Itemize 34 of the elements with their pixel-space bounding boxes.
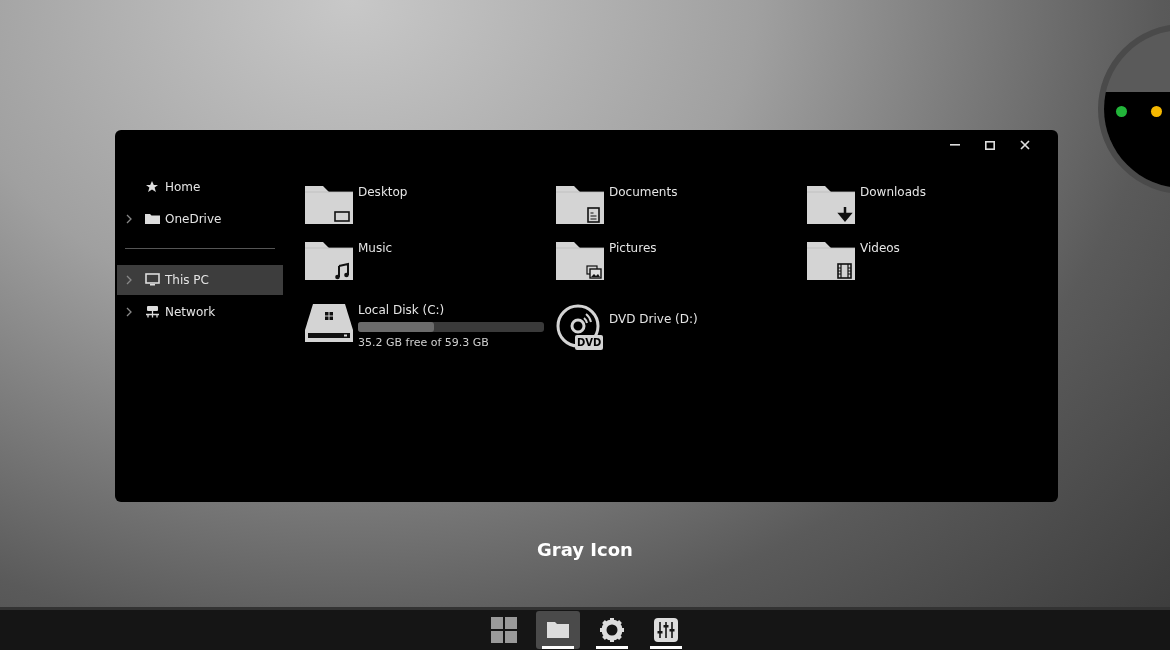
settings-icon bbox=[598, 616, 626, 644]
videos-folder-icon bbox=[807, 242, 855, 280]
sidebar-item[interactable]: This PC bbox=[117, 265, 283, 295]
music-folder-icon bbox=[305, 242, 353, 280]
taskbar-button[interactable] bbox=[536, 611, 580, 649]
folder-label: Documents bbox=[609, 184, 678, 201]
caption: Gray Icon bbox=[536, 538, 634, 562]
close-icon bbox=[1019, 140, 1030, 150]
sidebar-item[interactable]: OneDrive bbox=[117, 204, 283, 234]
minimize-icon bbox=[949, 144, 960, 146]
folder-label: Desktop bbox=[358, 184, 408, 201]
folder-label: Pictures bbox=[609, 240, 657, 257]
drive-space: 35.2 GB free of 59.3 GB bbox=[358, 335, 490, 351]
hard-drive-icon bbox=[305, 304, 353, 342]
sidebar-item[interactable]: Network bbox=[117, 297, 283, 327]
sliders-icon bbox=[652, 616, 680, 644]
star-icon bbox=[144, 180, 160, 194]
desktop-folder-icon bbox=[305, 186, 353, 224]
maximize-icon bbox=[984, 140, 995, 150]
download-folder-icon bbox=[807, 186, 855, 224]
drive-label: Local Disk (C:) bbox=[358, 302, 446, 319]
network-icon bbox=[144, 305, 160, 319]
disc-icon bbox=[556, 304, 600, 348]
drive-label: DVD Drive (D:) bbox=[609, 311, 698, 328]
dvd-badge: DVD bbox=[575, 335, 604, 350]
monitor-icon bbox=[144, 273, 160, 287]
folder-label: Downloads bbox=[860, 184, 926, 201]
folder-label: Music bbox=[358, 240, 393, 257]
sidebar-item[interactable]: Home bbox=[117, 172, 283, 202]
start-icon bbox=[490, 616, 518, 644]
folder-icon bbox=[144, 212, 160, 226]
documents-folder-icon bbox=[556, 186, 604, 224]
folder-label: Videos bbox=[860, 240, 900, 257]
pictures-folder-icon bbox=[556, 242, 604, 280]
